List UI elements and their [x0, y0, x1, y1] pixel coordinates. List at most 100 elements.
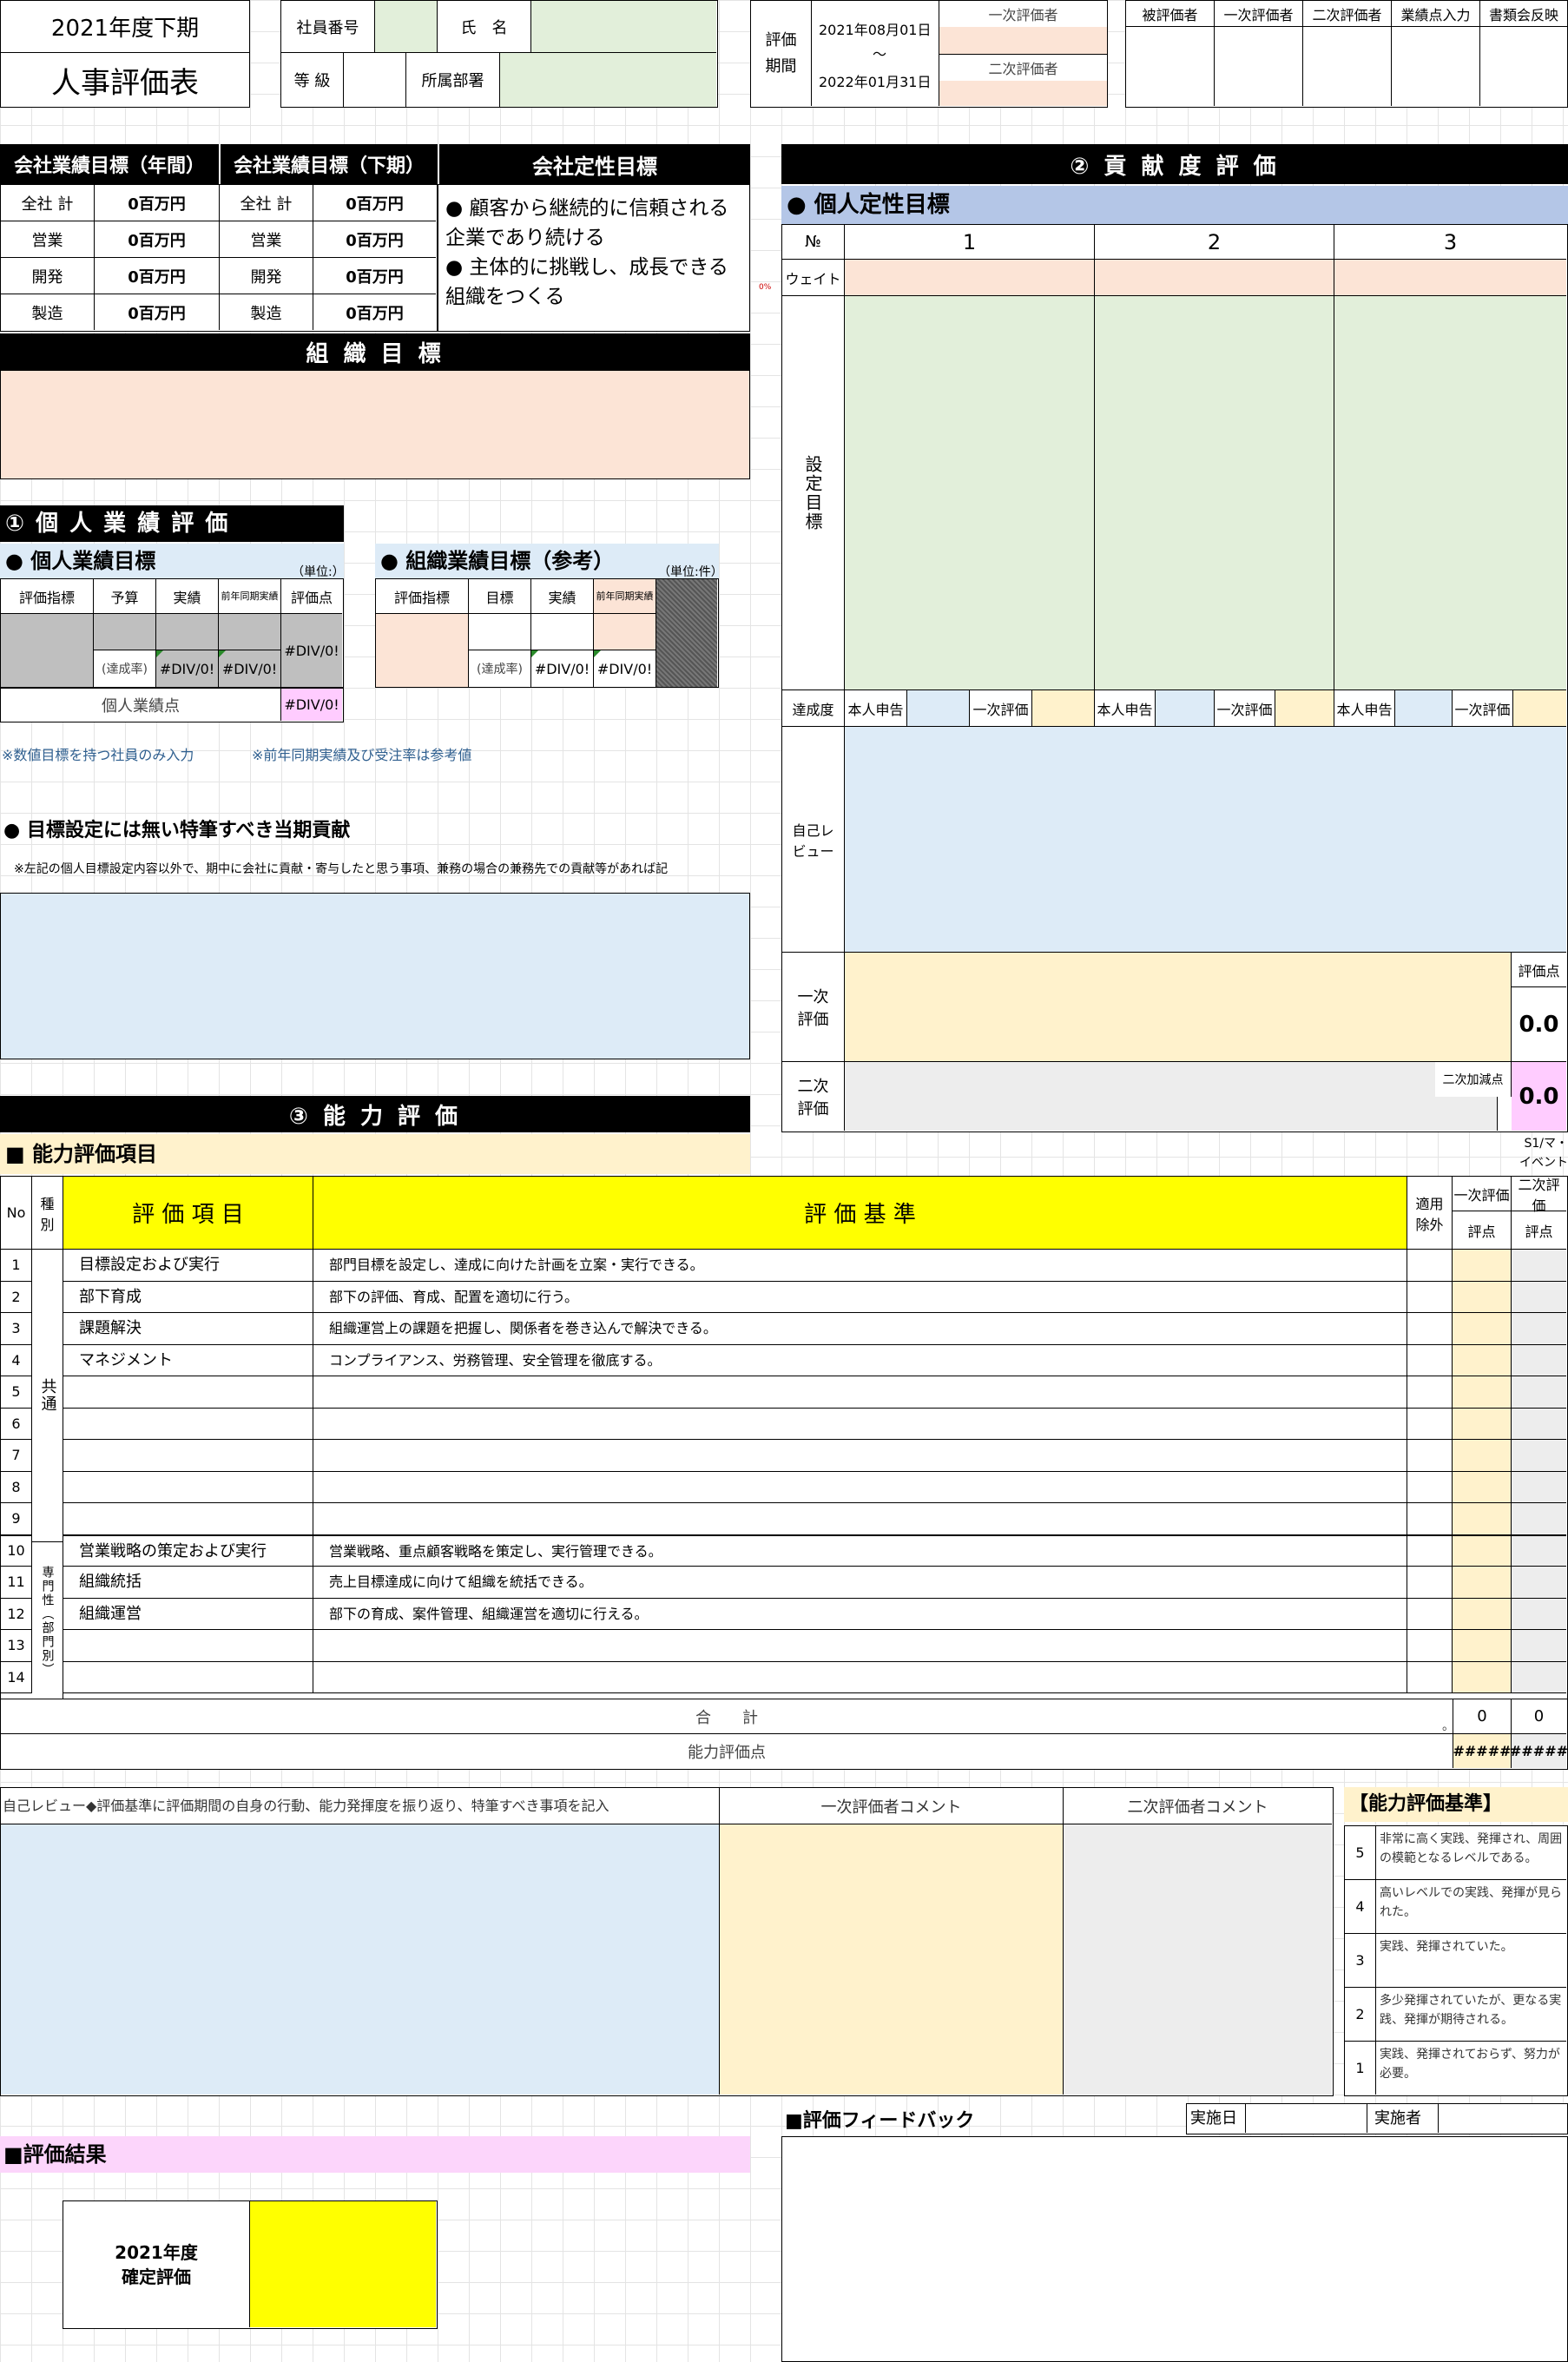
goal-field-2[interactable]: [1095, 296, 1334, 690]
org-prev-field[interactable]: [594, 614, 656, 650]
final-result-box: 2021年度 確定評価: [63, 2200, 438, 2329]
stamp-cell[interactable]: [1215, 27, 1303, 106]
exclude-cell[interactable]: [1407, 1503, 1453, 1535]
second-score-cell[interactable]: [1512, 1376, 1566, 1409]
second-evaluator-field[interactable]: [939, 81, 1107, 106]
kind-common: 共通: [32, 1250, 63, 1541]
name-field[interactable]: [531, 1, 716, 53]
second-score-cell[interactable]: [1512, 1534, 1566, 1567]
first-score-cell[interactable]: [1453, 1250, 1512, 1282]
exclude-cell[interactable]: [1407, 1408, 1453, 1440]
weight-field-1[interactable]: [845, 260, 1095, 296]
second-score-cell[interactable]: [1512, 1567, 1566, 1599]
final-result-field[interactable]: [250, 2201, 436, 2327]
first-eval-field[interactable]: [1032, 690, 1095, 726]
first-score-cell[interactable]: [1453, 1376, 1512, 1409]
second-comment-field[interactable]: [1064, 1824, 1332, 2095]
first-score-cell[interactable]: [1453, 1440, 1512, 1472]
second-score-cell[interactable]: [1512, 1661, 1566, 1693]
first-score-cell[interactable]: [1453, 1313, 1512, 1345]
achieve-group-1: 本人申告 一次評価: [845, 690, 1095, 727]
exclude-cell[interactable]: [1407, 1440, 1453, 1472]
second-score-cell[interactable]: [1512, 1313, 1566, 1345]
first-score-cell[interactable]: [1453, 1598, 1512, 1630]
first-score-cell[interactable]: [1453, 1534, 1512, 1567]
first-eval-comment[interactable]: [845, 953, 1512, 1062]
weight-field-2[interactable]: [1095, 260, 1334, 296]
note-prev: ※前年同期実績及び受注率は参考値: [252, 747, 472, 763]
indicator-field[interactable]: [1, 614, 94, 687]
item-name: 課題解決: [63, 1313, 313, 1345]
annual-value: 0百万円: [95, 185, 220, 221]
exclude-cell[interactable]: [1407, 1281, 1453, 1313]
second-score-cell[interactable]: [1512, 1471, 1566, 1503]
actual-field[interactable]: [156, 614, 219, 650]
stamp-label-2: 一次評価者: [1215, 1, 1303, 27]
exclude-cell[interactable]: [1407, 1567, 1453, 1599]
employee-no-field[interactable]: [375, 1, 438, 53]
second-eval-comment[interactable]: [845, 1062, 1498, 1131]
second-score-cell[interactable]: [1512, 1250, 1566, 1282]
second-score-cell[interactable]: [1512, 1503, 1566, 1535]
org-goal-field[interactable]: [0, 370, 750, 479]
exclude-cell[interactable]: [1407, 1630, 1453, 1662]
first-score-cell[interactable]: [1453, 1661, 1512, 1693]
org-indicator-field[interactable]: [376, 614, 469, 687]
exclude-cell[interactable]: [1407, 1534, 1453, 1567]
total-label: 合 計: [1, 1699, 1453, 1734]
exclude-cell[interactable]: [1407, 1313, 1453, 1345]
first-score-cell[interactable]: [1453, 1630, 1512, 1662]
exclude-cell[interactable]: [1407, 1344, 1453, 1376]
first-comment-field[interactable]: [720, 1824, 1064, 2095]
second-score-cell[interactable]: [1512, 1344, 1566, 1376]
first-score-cell[interactable]: [1453, 1503, 1512, 1535]
self-report-field[interactable]: [1395, 690, 1453, 726]
first-score-cell[interactable]: [1453, 1567, 1512, 1599]
first-comment-header: 一次評価者コメント: [720, 1788, 1064, 1824]
criteria-text: [313, 1376, 1407, 1409]
col-second-pt: 評点: [1512, 1211, 1566, 1250]
goal-label: 設定目標: [782, 296, 845, 690]
item-name: 部下育成: [63, 1281, 313, 1313]
second-score-cell[interactable]: [1512, 1281, 1566, 1313]
date-field[interactable]: [1246, 2104, 1367, 2133]
grade-field[interactable]: [344, 53, 406, 107]
first-eval-field[interactable]: [1275, 690, 1334, 726]
first-score-cell[interactable]: [1453, 1408, 1512, 1440]
first-score-cell[interactable]: [1453, 1471, 1512, 1503]
stamp-cell[interactable]: [1392, 27, 1480, 106]
self-report-field[interactable]: [907, 690, 970, 726]
special-contrib-field[interactable]: [0, 893, 750, 1059]
ability-self-review-field[interactable]: [1, 1824, 720, 2095]
exclude-cell[interactable]: [1407, 1250, 1453, 1282]
feedback-field[interactable]: [781, 2136, 1568, 2362]
second-score-cell[interactable]: [1512, 1440, 1566, 1472]
org-target-field[interactable]: [469, 614, 531, 650]
self-review-field[interactable]: [845, 727, 1566, 953]
unit-org: （単位:件）: [658, 565, 723, 579]
second-score-cell[interactable]: [1512, 1408, 1566, 1440]
first-evaluator-field[interactable]: [939, 27, 1107, 55]
exclude-cell[interactable]: [1407, 1598, 1453, 1630]
by-field[interactable]: [1439, 2104, 1567, 2133]
self-report-field[interactable]: [1156, 690, 1215, 726]
review-area: 自己レビュー◆評価基準に評価期間の自身の行動、能力発揮度を振り返り、特筆すべき事…: [0, 1787, 1334, 2096]
weight-field-3[interactable]: [1334, 260, 1566, 296]
first-eval-field[interactable]: [1513, 690, 1566, 726]
stamp-cell[interactable]: [1126, 27, 1215, 106]
prev-actual-field[interactable]: [219, 614, 281, 650]
exclude-cell[interactable]: [1407, 1661, 1453, 1693]
second-score-cell[interactable]: [1512, 1598, 1566, 1630]
budget-field[interactable]: [94, 614, 156, 650]
exclude-cell[interactable]: [1407, 1471, 1453, 1503]
exclude-cell[interactable]: [1407, 1376, 1453, 1409]
first-score-cell[interactable]: [1453, 1344, 1512, 1376]
ability-total: 合 計 。 0 0 能力評価点 ##### #####: [0, 1699, 1568, 1770]
goal-field-3[interactable]: [1334, 296, 1566, 690]
first-score-cell[interactable]: [1453, 1281, 1512, 1313]
goal-field-1[interactable]: [845, 296, 1095, 690]
dept-field[interactable]: [500, 53, 716, 107]
stamp-cell[interactable]: [1303, 27, 1392, 106]
second-score-cell[interactable]: [1512, 1630, 1566, 1662]
org-actual-field[interactable]: [531, 614, 594, 650]
